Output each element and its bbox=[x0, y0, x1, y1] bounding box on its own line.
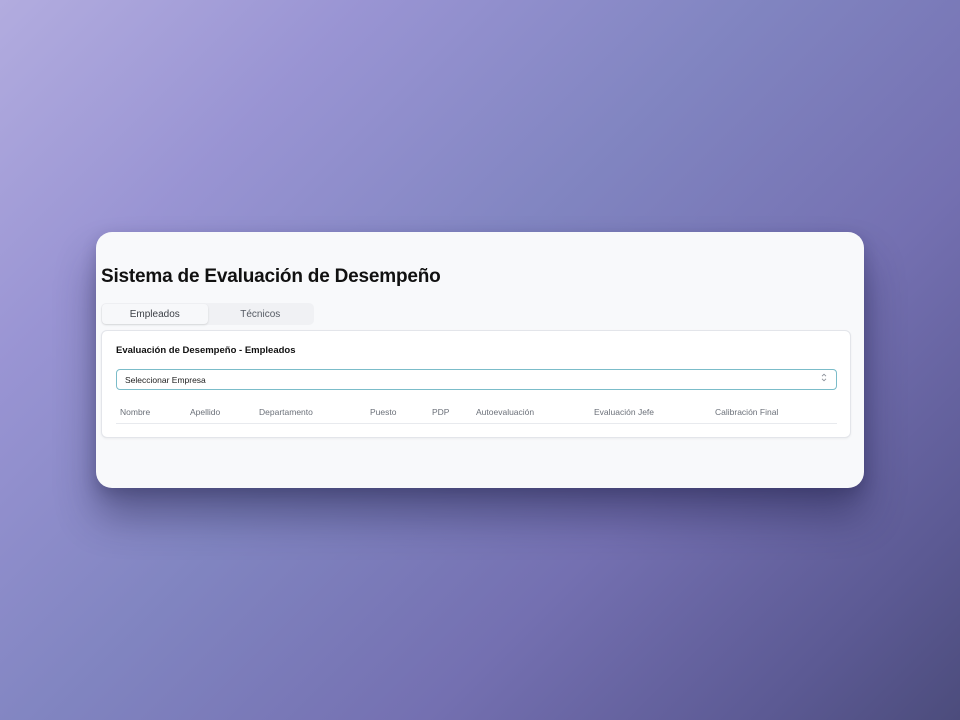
table-header: Nombre Apellido Departamento Puesto PDP … bbox=[116, 403, 837, 424]
column-header-puesto[interactable]: Puesto bbox=[370, 407, 396, 417]
page-title: Sistema de Evaluación de Desempeño bbox=[101, 266, 441, 287]
column-header-pdp[interactable]: PDP bbox=[432, 407, 449, 417]
app-window: Sistema de Evaluación de Desempeño Emple… bbox=[96, 232, 864, 488]
column-header-evaluacion-jefe[interactable]: Evaluación Jefe bbox=[594, 407, 654, 417]
company-select-value: Seleccionar Empresa bbox=[125, 374, 206, 385]
tab-list: Empleados Técnicos bbox=[101, 303, 314, 325]
card-title: Evaluación de Desempeño - Empleados bbox=[116, 345, 296, 356]
column-header-calibracion-final[interactable]: Calibración Final bbox=[715, 407, 778, 417]
tab-tecnicos[interactable]: Técnicos bbox=[208, 304, 314, 324]
column-header-departamento[interactable]: Departamento bbox=[259, 407, 313, 417]
tab-empleados[interactable]: Empleados bbox=[102, 304, 208, 324]
column-header-autoevaluacion[interactable]: Autoevaluación bbox=[476, 407, 534, 417]
column-header-apellido[interactable]: Apellido bbox=[190, 407, 220, 417]
company-select[interactable]: Seleccionar Empresa bbox=[116, 369, 837, 390]
chevron-up-down-icon bbox=[821, 373, 827, 382]
evaluation-card: Evaluación de Desempeño - Empleados Sele… bbox=[101, 330, 851, 438]
column-header-nombre[interactable]: Nombre bbox=[120, 407, 150, 417]
